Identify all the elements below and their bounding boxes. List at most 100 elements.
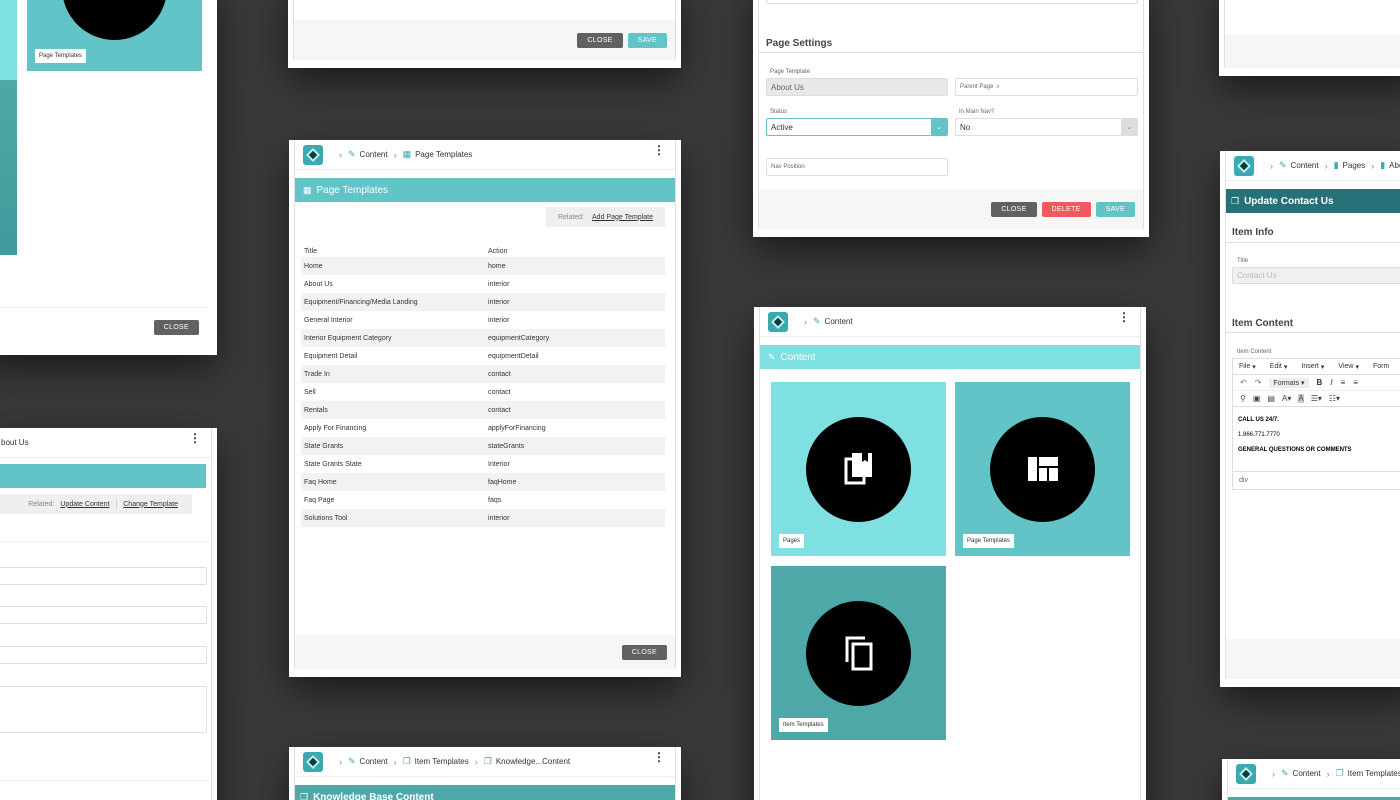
copy-icon: ❐: [402, 756, 411, 766]
table-row[interactable]: State Grants State Interior: [301, 455, 665, 473]
app-logo-icon[interactable]: [303, 751, 323, 772]
close-button[interactable]: CLOSE: [621, 644, 667, 660]
link-icon[interactable]: ⚲: [1240, 394, 1246, 403]
table-row[interactable]: Solutions Tool interior: [301, 509, 665, 527]
table-row[interactable]: About Us interior: [301, 275, 665, 293]
pencil-icon: ✎: [348, 149, 356, 159]
chevron-right-icon: ›: [1270, 160, 1273, 171]
content-line-1: CALL US 24/7.: [1238, 417, 1279, 423]
editor-menu-edit[interactable]: Edit: [1270, 363, 1282, 370]
table-row[interactable]: General Interior interior: [301, 311, 665, 329]
text-color-icon[interactable]: A▾: [1282, 394, 1291, 403]
breadcrumb-about[interactable]: bout Us: [1, 438, 29, 447]
row-title: General Interior: [304, 316, 353, 324]
panel-title: Update Contact Us: [1244, 195, 1334, 207]
pages-icon: [806, 416, 911, 522]
table-row[interactable]: Apply For Financing applyForFinancing: [301, 419, 665, 437]
page-template-field: About Us: [766, 78, 948, 96]
more-menu-icon[interactable]: ⋮: [189, 432, 201, 444]
row-action: interior: [488, 280, 510, 288]
change-template-link[interactable]: Change Template: [123, 501, 178, 508]
page-templates-circle-icon: [62, 0, 167, 40]
nav-position-input[interactable]: Nav Position: [766, 158, 948, 176]
more-menu-icon[interactable]: ⋮: [653, 144, 665, 156]
more-menu-icon[interactable]: ⋮: [1118, 311, 1130, 323]
save-button[interactable]: SAVE: [1095, 201, 1135, 217]
row-action: faqHome: [485, 473, 665, 491]
form-input-3[interactable]: [0, 646, 207, 664]
page-templates-tile[interactable]: Page Templates: [955, 382, 1130, 556]
content-line-2: 1.866.771.7770: [1238, 432, 1280, 438]
table-row[interactable]: Equipment Detail equipmentDetail: [301, 347, 665, 365]
breadcrumb-content[interactable]: Content: [360, 150, 388, 159]
more-menu-icon[interactable]: ⋮: [653, 751, 665, 763]
numbered-list-icon[interactable]: ☷▾: [1329, 394, 1340, 403]
close-button[interactable]: CLOSE: [991, 201, 1037, 217]
app-logo-icon[interactable]: [768, 311, 788, 332]
panel-header: ❐ Knowledge Base Content: [295, 785, 675, 800]
bold-icon[interactable]: B: [1317, 378, 1323, 387]
formats-dropdown[interactable]: Formats ▾: [1269, 377, 1309, 388]
highlight-icon[interactable]: A: [1298, 394, 1304, 403]
form-textarea[interactable]: [0, 686, 207, 733]
table-row[interactable]: Faq Home faqHome: [301, 473, 665, 491]
in-main-nav-select[interactable]: No ⌄: [955, 118, 1138, 136]
form-input-1[interactable]: [0, 567, 207, 585]
align-left-icon[interactable]: ≡: [1341, 378, 1346, 387]
media-icon[interactable]: ▤: [1267, 394, 1275, 403]
add-page-template-link[interactable]: Add Page Template: [592, 214, 653, 221]
italic-icon[interactable]: I: [1330, 378, 1332, 387]
breadcrumb-content[interactable]: Content: [1291, 161, 1319, 170]
editor-menu-file[interactable]: File: [1239, 363, 1250, 370]
row-title: Faq Page: [304, 496, 335, 504]
undo-icon[interactable]: ↶: [1240, 378, 1247, 387]
breadcrumb-page-templates[interactable]: Page Templates: [415, 150, 472, 159]
breadcrumb-pages[interactable]: Pages: [1343, 161, 1366, 170]
save-button[interactable]: SAVE: [627, 32, 667, 48]
pages-tile[interactable]: Pages: [771, 382, 946, 556]
copy-icon: ❐: [483, 756, 492, 766]
page-templates-tile[interactable]: Page Templates: [27, 0, 202, 71]
table-row[interactable]: Trade In contact: [301, 365, 665, 383]
form-input-2[interactable]: [0, 606, 207, 624]
delete-button[interactable]: DELETE: [1041, 201, 1091, 217]
breadcrumb-knowledge[interactable]: Knowledge...Content: [496, 757, 570, 766]
table-row[interactable]: Rentals contact: [301, 401, 665, 419]
breadcrumb-about[interactable]: About: [1389, 161, 1400, 170]
table-row[interactable]: Equipment/Financing/Media Landing interio…: [301, 293, 665, 311]
rich-text-editor[interactable]: File ▾ Edit ▾ Insert ▾ View ▾ Form ↶ ↷ Formats ▾…: [1232, 358, 1400, 490]
tile-label: Item Templates: [779, 718, 828, 732]
item-templates-tile[interactable]: Item Templates: [771, 566, 946, 740]
breadcrumb-content[interactable]: Content: [360, 757, 388, 766]
status-select[interactable]: Active ⌄: [766, 118, 948, 136]
editor-menu-insert[interactable]: Insert: [1301, 363, 1319, 370]
table-row[interactable]: Home home: [301, 257, 665, 275]
bullet-list-icon[interactable]: ☰▾: [1311, 394, 1322, 403]
image-icon[interactable]: ▣: [1253, 394, 1261, 403]
close-button[interactable]: CLOSE: [153, 320, 199, 335]
row-action: contact: [485, 401, 665, 419]
align-center-icon[interactable]: ≡: [1353, 378, 1358, 387]
app-logo-icon[interactable]: [1236, 763, 1256, 784]
redo-icon[interactable]: ↷: [1255, 378, 1262, 387]
editor-menu-view[interactable]: View: [1338, 363, 1353, 370]
app-logo-icon[interactable]: [303, 144, 323, 165]
grid-icon: ▦: [303, 184, 312, 195]
breadcrumb-item-templates[interactable]: Item Templates: [415, 757, 469, 766]
close-button[interactable]: CLOSE: [577, 32, 623, 48]
breadcrumb-content[interactable]: Content: [1293, 769, 1321, 778]
breadcrumb-content[interactable]: Content: [825, 317, 853, 326]
table-row[interactable]: Interior Equipment Category equipmentCate…: [301, 329, 665, 347]
table-row[interactable]: Sell contact: [301, 383, 665, 401]
table-row[interactable]: State Grants stateGrants: [301, 437, 665, 455]
breadcrumb-item-templates[interactable]: Item Templates: [1348, 769, 1400, 778]
editor-menu-form[interactable]: Form: [1373, 363, 1389, 370]
chevron-down-icon: ▾: [1252, 363, 1256, 371]
parent-page-input[interactable]: Parent Page ⌕: [955, 78, 1138, 96]
col-action: Action: [488, 247, 508, 255]
app-logo-icon[interactable]: [1234, 155, 1254, 176]
table-row[interactable]: Faq Page faqs: [301, 491, 665, 509]
update-content-link[interactable]: Update Content: [60, 501, 109, 508]
panel-title: Content: [780, 351, 816, 363]
row-title: About Us: [304, 280, 333, 288]
